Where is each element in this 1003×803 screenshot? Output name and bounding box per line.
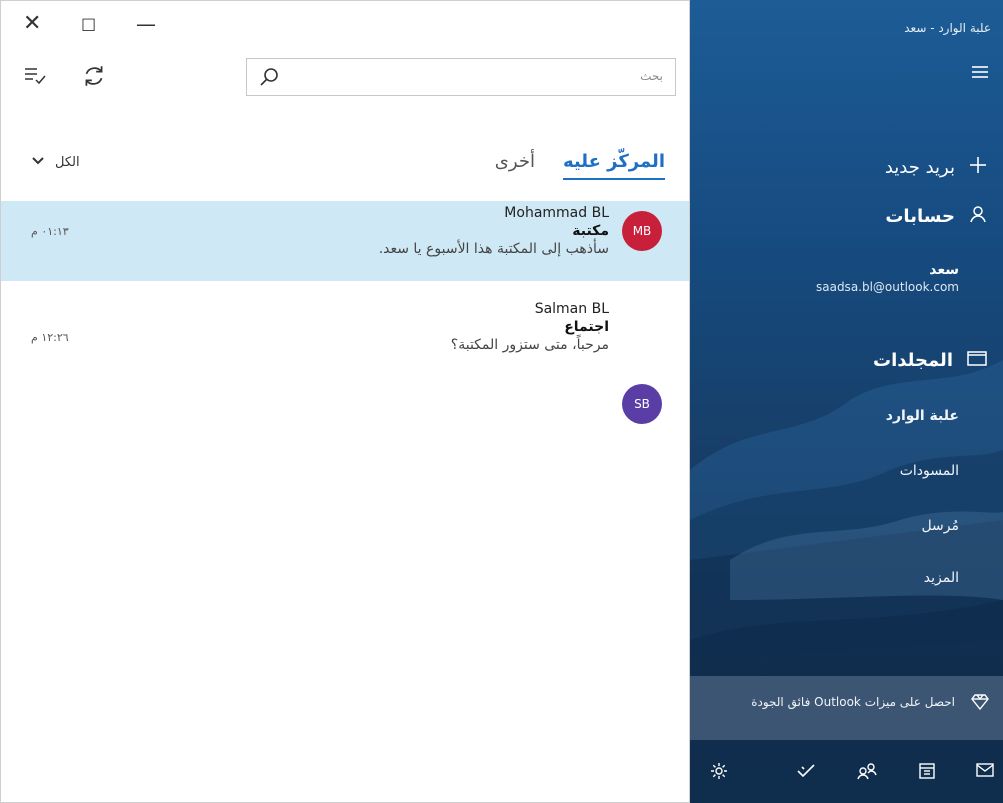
window-title: علبة الوارد - سعد — [904, 21, 991, 35]
mail-icon[interactable] — [976, 762, 994, 782]
promo-text: احصل على ميزات Outlook فائق الجودة — [751, 695, 955, 709]
message-content: Salman BL اجتماع مرحباً، متى ستزور المكت… — [451, 301, 609, 353]
inbox-tabs: المركّز عليه أخرى — [495, 151, 665, 180]
chevron-down-icon — [31, 155, 45, 170]
maximize-window-button[interactable]: ☐ — [81, 13, 96, 39]
folders-header[interactable]: المجلدات — [873, 349, 987, 371]
message-time: ١٢:٢٦ م — [31, 331, 69, 344]
tab-focused[interactable]: المركّز عليه — [562, 151, 665, 180]
sync-icon[interactable] — [81, 63, 107, 93]
filter-label: الكل — [55, 155, 80, 170]
diamond-icon — [971, 694, 989, 714]
filter-dropdown[interactable]: الكل — [31, 155, 80, 170]
new-mail-button[interactable]: بريد جديد — [885, 156, 987, 178]
message-content: Mohammad BL مكتبة سأذهب إلى المكتبة هذا … — [379, 205, 609, 257]
message-sender: Mohammad BL — [504, 205, 609, 221]
folder-more[interactable]: المزيد — [924, 570, 959, 586]
message-row[interactable]: SB Salman BL اجتماع مرحباً، متى ستزور ال… — [1, 281, 689, 424]
search-icon[interactable] — [257, 65, 281, 93]
search-box[interactable]: بحث — [246, 58, 676, 96]
select-list-icon[interactable] — [23, 63, 47, 91]
plus-icon — [969, 156, 987, 178]
hamburger-icon[interactable] — [971, 64, 989, 84]
message-preview: مرحباً، متى ستزور المكتبة؟ — [450, 337, 609, 353]
account-name: سعد — [929, 262, 959, 278]
bottom-app-bar — [690, 742, 1003, 803]
people-icon[interactable] — [856, 762, 878, 784]
search-input[interactable]: بحث — [640, 69, 663, 83]
folder-icon — [967, 349, 987, 371]
folder-sent[interactable]: مُرسل — [921, 518, 959, 534]
settings-icon[interactable] — [710, 762, 728, 784]
todo-icon[interactable] — [796, 762, 816, 782]
accounts-label: حسابات — [885, 205, 955, 227]
message-sender: Salman BL — [534, 301, 609, 317]
message-list-pane: ✕ ☐ — بحث المركّز عليه أخرى الكل MB Moha… — [0, 0, 690, 803]
calendar-icon[interactable] — [918, 762, 936, 784]
account-email: saadsa.bl@outlook.com — [815, 280, 959, 294]
accounts-header[interactable]: حسابات — [885, 205, 987, 227]
message-preview: سأذهب إلى المكتبة هذا الأسبوع يا سعد. — [378, 241, 609, 257]
person-icon — [969, 205, 987, 227]
message-list: MB Mohammad BL مكتبة سأذهب إلى المكتبة ه… — [1, 201, 689, 424]
folders-label: المجلدات — [873, 349, 953, 371]
navigation-pane: علبة الوارد - سعد بريد جديد حسابات سعد s… — [690, 0, 1003, 803]
account-item[interactable]: سعد saadsa.bl@outlook.com — [816, 262, 959, 294]
message-subject: اجتماع — [564, 319, 609, 335]
premium-promo[interactable]: احصل على ميزات Outlook فائق الجودة — [690, 676, 1003, 740]
close-window-button[interactable]: ✕ — [23, 11, 41, 37]
tab-other[interactable]: أخرى — [495, 151, 535, 180]
minimize-window-button[interactable]: — — [136, 11, 156, 37]
message-subject: مكتبة — [572, 223, 609, 239]
folder-drafts[interactable]: المسودات — [900, 463, 959, 479]
message-time: ٠١:١٣ م — [31, 225, 69, 238]
folder-inbox[interactable]: علبة الوارد — [886, 408, 959, 424]
avatar: SB — [622, 384, 662, 424]
new-mail-label: بريد جديد — [884, 156, 955, 178]
message-row[interactable]: MB Mohammad BL مكتبة سأذهب إلى المكتبة ه… — [1, 201, 689, 281]
avatar: MB — [622, 211, 662, 251]
